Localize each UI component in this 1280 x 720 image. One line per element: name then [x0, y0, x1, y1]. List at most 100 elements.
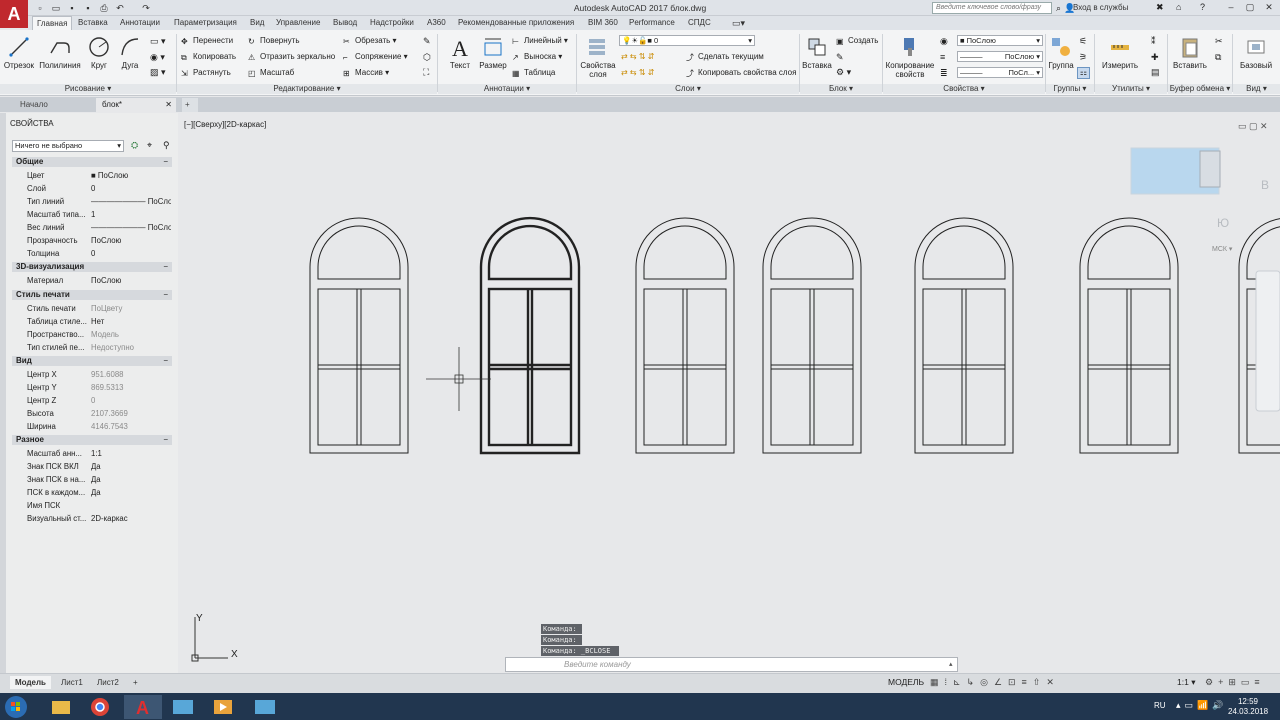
toggle-pickadd-icon[interactable]: ⛭ — [131, 140, 138, 151]
tab-a360[interactable]: A360 — [423, 16, 450, 30]
stretch-tool[interactable]: ⇲ Растянуть — [181, 68, 231, 78]
scale-tool[interactable]: ◰ Масштаб — [248, 68, 294, 78]
tab-output[interactable]: Вывод — [329, 16, 361, 30]
section-3d[interactable]: 3D-визуализация − — [12, 262, 172, 272]
app-icon-2[interactable] — [246, 695, 284, 719]
group-select-icon[interactable]: ⚏ — [1077, 67, 1090, 79]
tab-view[interactable]: Вид — [246, 16, 268, 30]
panel-clipboard-label[interactable]: Буфер обмена ▾ — [1168, 84, 1232, 94]
search-icon[interactable]: ⌕ — [1056, 3, 1061, 14]
drafting-toggles[interactable]: ▦⁞⊾↳◎∠⊡≡⇧✕ — [930, 677, 1060, 688]
section-plot[interactable]: Стиль печати − — [12, 290, 172, 300]
circle-tool[interactable]: Круг — [86, 35, 112, 70]
chrome-icon[interactable] — [81, 695, 119, 719]
close-button[interactable]: ✕ — [1262, 1, 1276, 14]
insert-block-tool[interactable]: Вставка — [800, 35, 834, 70]
gradient-icon[interactable]: ▨ ▾ — [150, 67, 166, 78]
prop-row-material[interactable]: Материал ПоСлою — [27, 275, 172, 286]
trim-tool[interactable]: ✂ Обрезать ▾ — [343, 36, 397, 46]
table-tool[interactable]: ▦ Таблица — [512, 68, 555, 78]
tab-featured-apps[interactable]: Рекомендованные приложения — [454, 16, 578, 30]
quick-select-icon[interactable]: ⚲ — [163, 140, 170, 151]
quickselect-icon[interactable]: ⁑ — [1151, 36, 1156, 47]
layer-tools-icon-2[interactable]: ⇄ ⇆ ⇅ ⇵ — [621, 68, 654, 77]
panel-draw-label[interactable]: Рисование ▾ — [0, 84, 176, 94]
group-tool[interactable]: Группа — [1045, 35, 1077, 70]
sign-in-link[interactable]: Вход в службы — [1073, 3, 1128, 12]
base-view-tool[interactable]: Базовый — [1236, 35, 1276, 70]
prop-row-ucs-origin[interactable]: Знак ПСК в на... Да — [27, 474, 172, 485]
match-properties-tool[interactable]: Копирование свойств — [884, 35, 936, 79]
lineweight-dropdown[interactable]: ——— ПоСл... ▾ — [957, 67, 1043, 78]
hatch-icon[interactable]: ◉ ▾ — [150, 52, 165, 63]
linear-dim-tool[interactable]: ⊢ Линейный ▾ — [512, 36, 568, 46]
prop-row-ucs-on[interactable]: Знак ПСК ВКЛ Да — [27, 461, 172, 472]
tab-model[interactable]: Модель — [10, 676, 51, 689]
tab-bim360[interactable]: BIM 360 — [584, 16, 622, 30]
panel-utilities-label[interactable]: Утилиты ▾ — [1095, 84, 1167, 94]
panel-view-label[interactable]: Вид ▾ — [1233, 84, 1280, 94]
prop-row-width[interactable]: Ширина 4146.7543 — [27, 421, 172, 432]
make-current-tool[interactable]: ⤴ Сделать текущим — [686, 52, 764, 62]
annotation-scale[interactable]: 1:1 ▾ — [1177, 677, 1195, 688]
create-block-tool[interactable]: ▣ Создать — [836, 36, 878, 46]
rotate-tool[interactable]: ↻ Повернуть — [248, 36, 300, 46]
prop-row-ucs-name[interactable]: Имя ПСК — [27, 500, 172, 511]
calculator-icon[interactable]: ▤ — [1151, 67, 1160, 78]
clock[interactable]: 12:59 24.03.2018 — [1228, 697, 1268, 717]
match-layer-tool[interactable]: ⤴ Копировать свойства слоя — [686, 68, 796, 78]
cut-icon[interactable]: ✂ — [1215, 36, 1223, 47]
prop-row-color[interactable]: Цвет ■ ПоСлою — [27, 170, 172, 181]
prop-row-visualstyle[interactable]: Визуальный ст... 2D-каркас — [27, 513, 172, 524]
tab-drawing[interactable]: блок* ✕ — [96, 98, 176, 112]
autocad-taskbar-icon[interactable]: A — [124, 695, 162, 719]
panel-annotation-label[interactable]: Аннотации ▾ — [438, 84, 576, 94]
prop-row-lineweight[interactable]: Вес линий——————— ПоСлою — [27, 222, 172, 233]
media-player-icon[interactable] — [204, 695, 242, 719]
fillet-tool[interactable]: ⌐ Сопряжение ▾ — [343, 52, 408, 62]
move-tool[interactable]: ✥ Перенести — [181, 36, 233, 46]
search-input[interactable]: Введите ключевое слово/фразу — [932, 2, 1052, 14]
tab-layout1[interactable]: Лист1 — [56, 676, 88, 689]
palette-grip[interactable] — [0, 113, 6, 673]
panel-modify-label[interactable]: Редактирование ▾ — [177, 84, 437, 94]
text-tool[interactable]: A Текст — [444, 35, 476, 70]
explorer-icon[interactable] — [42, 695, 80, 719]
section-misc[interactable]: Разное − — [12, 435, 172, 445]
paste-tool[interactable]: Вставить — [1170, 35, 1210, 70]
layer-dropdown[interactable]: 💡☀🔓■ 0 ▾ — [619, 35, 755, 46]
maximize-button[interactable]: ▢ — [1243, 1, 1257, 14]
viewcube-west-label[interactable]: В — [1261, 178, 1269, 192]
section-view[interactable]: Вид − — [12, 356, 172, 366]
tab-performance[interactable]: Performance — [625, 16, 679, 30]
prop-row-plottable[interactable]: Таблица стиле... Нет — [27, 316, 172, 327]
selection-dropdown[interactable]: Ничего не выбрано ▾ — [12, 140, 124, 152]
prop-row-transparency[interactable]: Прозрачность ПоСлою — [27, 235, 172, 246]
prop-row-annoscale[interactable]: Масштаб анн... 1:1 — [27, 448, 172, 459]
viewcube-south-label[interactable]: Ю — [1217, 216, 1229, 230]
command-input[interactable]: Введите команду — [505, 657, 958, 672]
tab-layout2[interactable]: Лист2 — [92, 676, 124, 689]
explode-icon[interactable]: ⬡ — [423, 52, 431, 63]
line-tool[interactable]: Отрезок — [3, 35, 35, 70]
ungroup-icon[interactable]: ⚟ — [1079, 36, 1087, 47]
layer-properties-tool[interactable]: Свойства слоя — [578, 35, 618, 79]
close-tab-icon[interactable]: ✕ — [165, 98, 172, 112]
tab-annotate[interactable]: Аннотации — [116, 16, 164, 30]
panel-block-label[interactable]: Блок ▾ — [800, 84, 882, 94]
rectangle-icon[interactable]: ▭ ▾ — [150, 36, 166, 47]
erase-icon[interactable]: ✎ — [423, 36, 431, 47]
point-icon[interactable]: ✚ — [1151, 52, 1159, 63]
prop-row-thickness[interactable]: Толщина 0 — [27, 248, 172, 259]
array-tool[interactable]: ⊞ Массив ▾ — [343, 68, 389, 78]
prop-row-layer[interactable]: Слой 0 — [27, 183, 172, 194]
mirror-tool[interactable]: ⚠ Отразить зеркально — [248, 52, 335, 62]
tab-parametric[interactable]: Параметризация — [170, 16, 241, 30]
prop-row-center-x[interactable]: Центр X 951.6088 — [27, 369, 172, 380]
prop-row-plotstyle[interactable]: Стиль печати ПоЦвету — [27, 303, 172, 314]
section-general[interactable]: Общие − — [12, 157, 172, 167]
arc-tool[interactable]: Дуга — [116, 35, 144, 70]
prop-row-ltscale[interactable]: Масштаб типа... 1 — [27, 209, 172, 220]
tab-insert[interactable]: Вставка — [74, 16, 112, 30]
select-objects-icon[interactable]: ⌖ — [147, 140, 152, 151]
